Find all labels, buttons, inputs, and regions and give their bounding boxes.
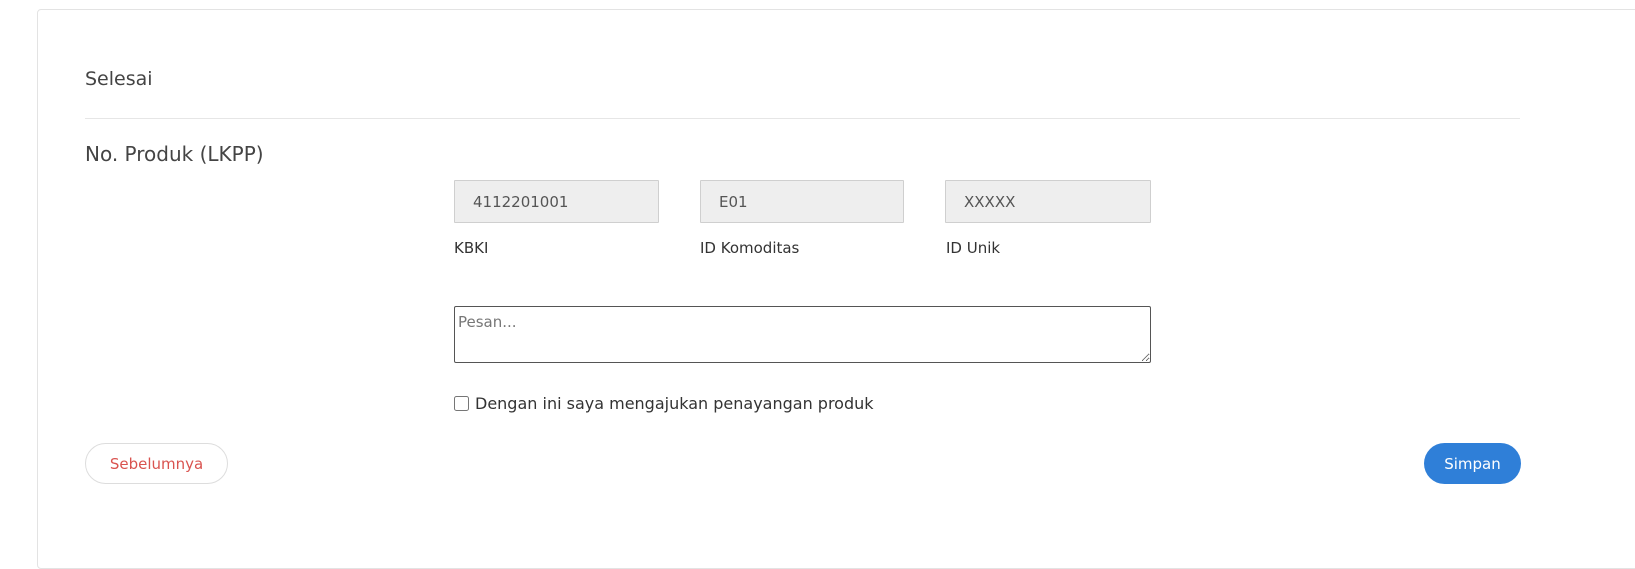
unique-id-input[interactable] xyxy=(945,180,1151,223)
section-title: Selesai xyxy=(85,68,153,90)
message-textarea[interactable] xyxy=(454,306,1151,363)
previous-button[interactable]: Sebelumnya xyxy=(85,443,228,484)
kbki-input[interactable] xyxy=(454,180,659,223)
komoditas-id-input[interactable] xyxy=(700,180,904,223)
agreement-checkbox-row[interactable]: Dengan ini saya mengajukan penayangan pr… xyxy=(454,394,874,413)
agreement-label: Dengan ini saya mengajukan penayangan pr… xyxy=(475,394,874,413)
save-button[interactable]: Simpan xyxy=(1424,443,1521,484)
kbki-label: KBKI xyxy=(454,239,489,257)
section-divider xyxy=(85,118,1520,119)
product-number-label: No. Produk (LKPP) xyxy=(85,142,264,166)
unique-id-label: ID Unik xyxy=(946,239,1001,257)
agreement-checkbox[interactable] xyxy=(454,396,469,411)
form-card xyxy=(37,9,1635,569)
komoditas-id-label: ID Komoditas xyxy=(700,239,800,257)
